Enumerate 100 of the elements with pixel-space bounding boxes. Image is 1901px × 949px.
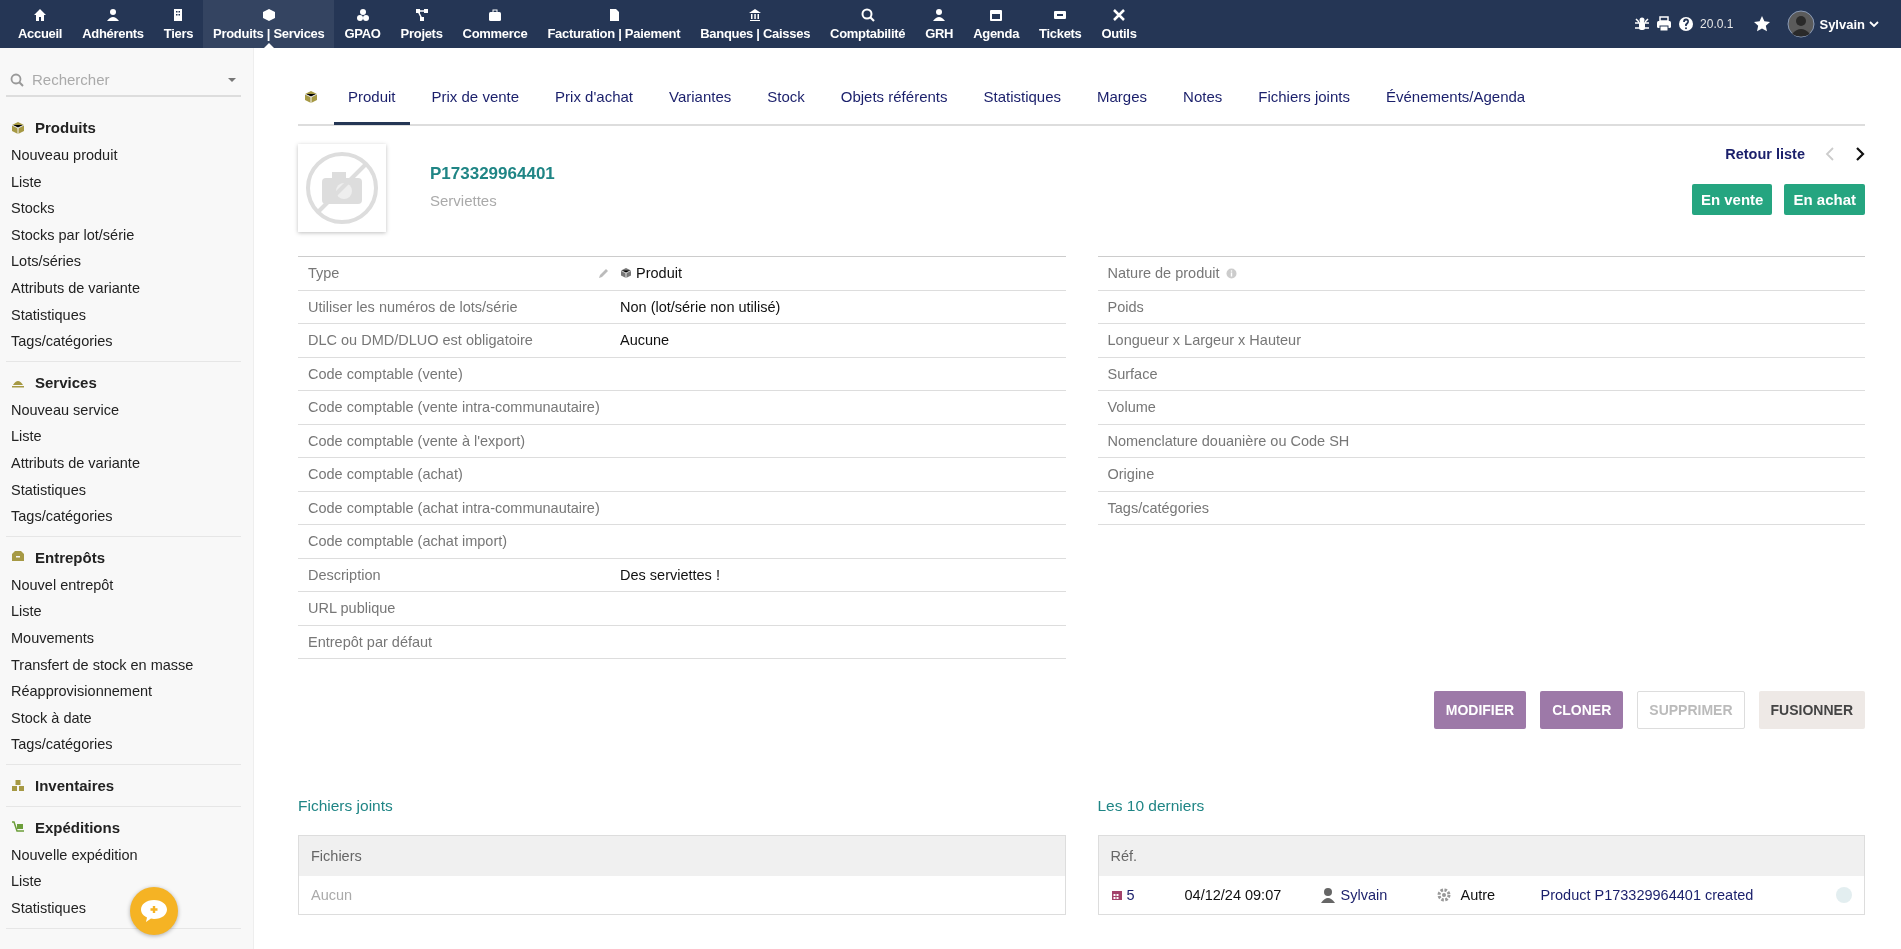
sidebar-heading[interactable]: Services	[6, 371, 241, 397]
field-value: Non (lot/série non utilisé)	[620, 298, 781, 315]
sidebar-item[interactable]: Nouvelle expédition	[6, 841, 241, 869]
field-label: Description	[308, 566, 381, 583]
cart-icon	[11, 820, 25, 835]
menu-item[interactable]: Produits | Services	[203, 0, 335, 48]
sidebar-item[interactable]: Statistiques	[6, 895, 241, 922]
field-label: Poids	[1107, 298, 1144, 315]
sidebar-heading[interactable]: Produits	[6, 117, 241, 142]
menu-item[interactable]: Comptabilité	[820, 0, 916, 48]
tab[interactable]: Objets référents	[826, 71, 962, 125]
sidebar-item[interactable]: Nouvel entrepôt	[6, 571, 241, 599]
sidebar-item[interactable]: Tags/catégories	[6, 328, 241, 355]
field-label: URL publique	[308, 600, 396, 617]
sidebar-item[interactable]: Attributs de variante	[6, 274, 241, 302]
menu-item[interactable]: Projets	[390, 0, 453, 48]
magnifier-icon	[860, 7, 875, 22]
tab[interactable]: Marges	[1083, 71, 1162, 125]
menu-item[interactable]: GPAO	[334, 0, 391, 48]
tab[interactable]: Variantes	[655, 71, 746, 125]
briefcase-icon	[488, 7, 502, 22]
field-label: Nature de produit	[1107, 265, 1220, 282]
sidebar-item[interactable]: Nouveau service	[6, 396, 241, 424]
sidebar-item[interactable]: Transfert de stock en masse	[6, 651, 241, 679]
info-icon	[1225, 267, 1237, 279]
sidebar-heading[interactable]: Inventaires	[6, 774, 241, 800]
cubes-icon	[355, 7, 370, 22]
sidebar-item[interactable]: Réapprovisionnement	[6, 678, 241, 705]
sidebar-item[interactable]: Statistiques	[6, 301, 241, 329]
stacked-boxes-icon	[11, 778, 25, 793]
tab[interactable]: Prix de vente	[417, 71, 534, 125]
sidebar-item[interactable]: Statistiques	[6, 476, 241, 504]
tab[interactable]: Événements/Agenda	[1371, 71, 1540, 125]
sidebar-item[interactable]: Liste	[6, 868, 241, 896]
field-label: Entrepôt par défaut	[308, 633, 433, 650]
sidebar-item[interactable]: Stocks par lot/série	[6, 221, 241, 249]
action-button[interactable]: CLONER	[1540, 691, 1624, 729]
menu-item[interactable]: Facturation | Paiement	[537, 0, 691, 48]
star-icon	[1753, 15, 1772, 33]
sidebar-item[interactable]: Liste	[6, 598, 241, 625]
search-icon	[10, 72, 24, 87]
chat-icon[interactable]	[130, 887, 178, 935]
field-label: Code comptable (achat intra-communautaire)	[308, 499, 600, 516]
menu-item[interactable]: Tickets	[1029, 0, 1092, 48]
product-ref: P173329964401	[430, 164, 555, 184]
search-field[interactable]: Rechercher	[30, 70, 221, 89]
user-menu[interactable]: Sylvain	[1787, 10, 1879, 38]
event-link[interactable]: Product P173329964401 created	[1540, 887, 1754, 903]
sidebar-item[interactable]: Liste	[6, 423, 241, 450]
field-label: Code comptable (vente à l'export)	[308, 432, 526, 449]
sidebar-item[interactable]: Lots/séries	[6, 248, 241, 275]
gear-icon	[1436, 888, 1451, 902]
menu-item[interactable]: Banques | Caisses	[690, 0, 821, 48]
field-label: Nomenclature douanière ou Code SH	[1107, 432, 1350, 449]
sidebar-item[interactable]: Nouveau produit	[6, 142, 241, 169]
previous-icon	[1825, 147, 1835, 161]
action-button[interactable]: MODIFIER	[1433, 691, 1527, 729]
calendar-icon	[989, 7, 1004, 22]
field-label: Code comptable (achat import)	[308, 533, 508, 550]
menu-item[interactable]: GRH	[915, 0, 964, 48]
version-label: 20.0.1	[1700, 17, 1734, 31]
action-button[interactable]: FUSIONNER	[1758, 691, 1865, 729]
status-dot	[1836, 887, 1852, 903]
user-link[interactable]: Sylvain	[1340, 887, 1388, 903]
sidebar-item[interactable]: Tags/catégories	[6, 503, 241, 530]
menu-item[interactable]: Commerce	[452, 0, 538, 48]
event-ref[interactable]: 5	[1126, 887, 1135, 903]
sidebar-item[interactable]: Stock à date	[6, 704, 241, 732]
home-icon	[33, 7, 48, 22]
menu-item[interactable]: Accueil	[8, 0, 73, 48]
sidebar-item[interactable]: Mouvements	[6, 624, 241, 652]
field-label: Code comptable (vente)	[308, 365, 463, 382]
tab[interactable]: Fichiers joints	[1244, 71, 1364, 125]
menu-item[interactable]: Outils	[1091, 0, 1147, 48]
sidebar-item[interactable]: Attributs de variante	[6, 449, 241, 477]
menu-item[interactable]: Adhérents	[72, 0, 154, 48]
back-link[interactable]: Retour liste	[1725, 146, 1805, 162]
menu-item[interactable]: Agenda	[963, 0, 1030, 48]
tab[interactable]: Stock	[753, 71, 819, 125]
dropdown-icon	[227, 76, 237, 83]
box-icon	[620, 267, 632, 280]
user-icon	[105, 7, 120, 22]
tab[interactable]: Statistiques	[969, 71, 1076, 125]
tab[interactable]: Produit	[334, 71, 410, 125]
field-label: Utiliser les numéros de lots/série	[308, 298, 518, 315]
tab[interactable]: Notes	[1169, 71, 1237, 125]
user-icon	[1320, 887, 1335, 903]
field-label: Type	[308, 265, 340, 282]
caret-icon	[1869, 20, 1879, 28]
empty-text: Aucun	[311, 887, 353, 903]
sidebar-item[interactable]: Stocks	[6, 195, 241, 222]
sidebar-item[interactable]: Tags/catégories	[6, 731, 241, 758]
sidebar-item[interactable]: Liste	[6, 168, 241, 196]
table-cell-text: 04/12/24 09:07	[1184, 887, 1283, 903]
bug-icon	[1634, 16, 1651, 32]
tab[interactable]: Prix d'achat	[541, 71, 647, 125]
box-icon	[261, 7, 276, 22]
sidebar-heading[interactable]: Entrepôts	[6, 546, 241, 572]
menu-item[interactable]: Tiers	[153, 0, 204, 48]
sidebar-heading[interactable]: Expéditions	[6, 816, 241, 842]
